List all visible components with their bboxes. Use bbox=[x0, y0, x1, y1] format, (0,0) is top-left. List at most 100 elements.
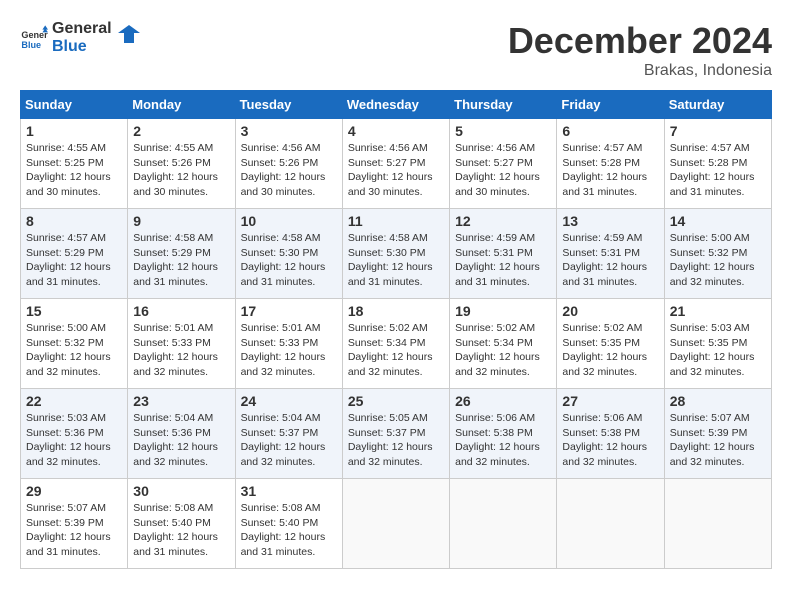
day-number: 26 bbox=[455, 393, 551, 409]
day-cell: 26Sunrise: 5:06 AMSunset: 5:38 PMDayligh… bbox=[450, 389, 557, 479]
day-detail: Sunrise: 5:02 AMSunset: 5:34 PMDaylight:… bbox=[348, 321, 444, 380]
day-detail: Sunrise: 5:01 AMSunset: 5:33 PMDaylight:… bbox=[133, 321, 229, 380]
day-detail: Sunrise: 5:07 AMSunset: 5:39 PMDaylight:… bbox=[26, 501, 122, 560]
day-number: 12 bbox=[455, 213, 551, 229]
day-cell: 7Sunrise: 4:57 AMSunset: 5:28 PMDaylight… bbox=[664, 119, 771, 209]
day-detail: Sunrise: 5:02 AMSunset: 5:35 PMDaylight:… bbox=[562, 321, 658, 380]
day-cell bbox=[450, 479, 557, 569]
day-number: 6 bbox=[562, 123, 658, 139]
day-detail: Sunrise: 5:08 AMSunset: 5:40 PMDaylight:… bbox=[133, 501, 229, 560]
logo-icon: General Blue bbox=[20, 24, 48, 52]
logo-blue: Blue bbox=[52, 38, 112, 56]
day-number: 15 bbox=[26, 303, 122, 319]
day-cell: 28Sunrise: 5:07 AMSunset: 5:39 PMDayligh… bbox=[664, 389, 771, 479]
day-number: 17 bbox=[241, 303, 337, 319]
day-cell: 29 Sunrise: 5:07 AMSunset: 5:39 PMDayligh… bbox=[21, 479, 128, 569]
day-cell bbox=[342, 479, 449, 569]
day-detail: Sunrise: 4:57 AMSunset: 5:28 PMDaylight:… bbox=[562, 141, 658, 200]
day-cell: 15 Sunrise: 5:00 AMSunset: 5:32 PMDayligh… bbox=[21, 299, 128, 389]
day-detail: Sunrise: 5:03 AMSunset: 5:36 PMDaylight:… bbox=[26, 411, 122, 470]
day-number: 23 bbox=[133, 393, 229, 409]
calendar-week-4: 29 Sunrise: 5:07 AMSunset: 5:39 PMDayligh… bbox=[21, 479, 772, 569]
svg-text:Blue: Blue bbox=[21, 39, 41, 49]
col-saturday: Saturday bbox=[664, 91, 771, 119]
day-cell: 25 Sunrise: 5:05 AMSunset: 5:37 PMDayligh… bbox=[342, 389, 449, 479]
col-tuesday: Tuesday bbox=[235, 91, 342, 119]
day-cell: 23 Sunrise: 5:04 AMSunset: 5:36 PMDayligh… bbox=[128, 389, 235, 479]
day-cell: 21Sunrise: 5:03 AMSunset: 5:35 PMDayligh… bbox=[664, 299, 771, 389]
day-cell: 27Sunrise: 5:06 AMSunset: 5:38 PMDayligh… bbox=[557, 389, 664, 479]
day-number: 20 bbox=[562, 303, 658, 319]
day-detail: Sunrise: 4:59 AMSunset: 5:31 PMDaylight:… bbox=[562, 231, 658, 290]
day-cell: 9Sunrise: 4:58 AMSunset: 5:29 PMDaylight… bbox=[128, 209, 235, 299]
day-number: 16 bbox=[133, 303, 229, 319]
day-number: 21 bbox=[670, 303, 766, 319]
day-detail: Sunrise: 4:56 AMSunset: 5:26 PMDaylight:… bbox=[241, 141, 337, 200]
day-cell: 31Sunrise: 5:08 AMSunset: 5:40 PMDayligh… bbox=[235, 479, 342, 569]
day-detail: Sunrise: 5:01 AMSunset: 5:33 PMDaylight:… bbox=[241, 321, 337, 380]
day-cell: 24Sunrise: 5:04 AMSunset: 5:37 PMDayligh… bbox=[235, 389, 342, 479]
calendar-week-3: 22 Sunrise: 5:03 AMSunset: 5:36 PMDayligh… bbox=[21, 389, 772, 479]
day-detail: Sunrise: 4:58 AMSunset: 5:30 PMDaylight:… bbox=[241, 231, 337, 290]
day-number: 3 bbox=[241, 123, 337, 139]
day-detail: Sunrise: 4:57 AMSunset: 5:29 PMDaylight:… bbox=[26, 231, 122, 290]
col-monday: Monday bbox=[128, 91, 235, 119]
day-number: 27 bbox=[562, 393, 658, 409]
day-detail: Sunrise: 5:04 AMSunset: 5:36 PMDaylight:… bbox=[133, 411, 229, 470]
page-header: General Blue General Blue December 2024 … bbox=[20, 20, 772, 80]
day-detail: Sunrise: 4:56 AMSunset: 5:27 PMDaylight:… bbox=[455, 141, 551, 200]
day-cell: 18Sunrise: 5:02 AMSunset: 5:34 PMDayligh… bbox=[342, 299, 449, 389]
calendar-table: Sunday Monday Tuesday Wednesday Thursday… bbox=[20, 90, 772, 569]
calendar-subtitle: Brakas, Indonesia bbox=[508, 62, 772, 80]
day-cell bbox=[664, 479, 771, 569]
day-cell: 10 Sunrise: 4:58 AMSunset: 5:30 PMDayligh… bbox=[235, 209, 342, 299]
day-cell: 3 Sunrise: 4:56 AMSunset: 5:26 PMDaylight… bbox=[235, 119, 342, 209]
day-cell: 2 Sunrise: 4:55 AMSunset: 5:26 PMDaylight… bbox=[128, 119, 235, 209]
day-cell: 8Sunrise: 4:57 AMSunset: 5:29 PMDaylight… bbox=[21, 209, 128, 299]
day-number: 1 bbox=[26, 123, 122, 139]
calendar-title: December 2024 bbox=[508, 20, 772, 62]
day-number: 11 bbox=[348, 213, 444, 229]
day-detail: Sunrise: 5:05 AMSunset: 5:37 PMDaylight:… bbox=[348, 411, 444, 470]
day-cell: 11 Sunrise: 4:58 AMSunset: 5:30 PMDayligh… bbox=[342, 209, 449, 299]
day-cell: 12Sunrise: 4:59 AMSunset: 5:31 PMDayligh… bbox=[450, 209, 557, 299]
day-detail: Sunrise: 4:55 AMSunset: 5:26 PMDaylight:… bbox=[133, 141, 229, 200]
day-number: 22 bbox=[26, 393, 122, 409]
calendar-week-0: 1 Sunrise: 4:55 AMSunset: 5:25 PMDaylight… bbox=[21, 119, 772, 209]
day-detail: Sunrise: 5:07 AMSunset: 5:39 PMDaylight:… bbox=[670, 411, 766, 470]
day-number: 2 bbox=[133, 123, 229, 139]
day-cell: 14 Sunrise: 5:00 AMSunset: 5:32 PMDayligh… bbox=[664, 209, 771, 299]
day-detail: Sunrise: 5:08 AMSunset: 5:40 PMDaylight:… bbox=[241, 501, 337, 560]
logo: General Blue General Blue bbox=[20, 20, 140, 55]
logo-bird-icon bbox=[118, 23, 140, 45]
day-cell: 16 Sunrise: 5:01 AMSunset: 5:33 PMDayligh… bbox=[128, 299, 235, 389]
day-number: 13 bbox=[562, 213, 658, 229]
day-cell: 5Sunrise: 4:56 AMSunset: 5:27 PMDaylight… bbox=[450, 119, 557, 209]
day-cell: 1 Sunrise: 4:55 AMSunset: 5:25 PMDaylight… bbox=[21, 119, 128, 209]
col-sunday: Sunday bbox=[21, 91, 128, 119]
day-cell: 6 Sunrise: 4:57 AMSunset: 5:28 PMDaylight… bbox=[557, 119, 664, 209]
day-cell: 13 Sunrise: 4:59 AMSunset: 5:31 PMDayligh… bbox=[557, 209, 664, 299]
day-number: 30 bbox=[133, 483, 229, 499]
day-number: 9 bbox=[133, 213, 229, 229]
day-cell: 30 Sunrise: 5:08 AMSunset: 5:40 PMDayligh… bbox=[128, 479, 235, 569]
calendar-week-1: 8Sunrise: 4:57 AMSunset: 5:29 PMDaylight… bbox=[21, 209, 772, 299]
day-detail: Sunrise: 4:55 AMSunset: 5:25 PMDaylight:… bbox=[26, 141, 122, 200]
day-number: 14 bbox=[670, 213, 766, 229]
day-cell: 17 Sunrise: 5:01 AMSunset: 5:33 PMDayligh… bbox=[235, 299, 342, 389]
logo-general: General bbox=[52, 20, 112, 38]
day-number: 29 bbox=[26, 483, 122, 499]
day-number: 7 bbox=[670, 123, 766, 139]
day-cell bbox=[557, 479, 664, 569]
day-detail: Sunrise: 5:00 AMSunset: 5:32 PMDaylight:… bbox=[670, 231, 766, 290]
day-detail: Sunrise: 4:58 AMSunset: 5:30 PMDaylight:… bbox=[348, 231, 444, 290]
day-detail: Sunrise: 5:00 AMSunset: 5:32 PMDaylight:… bbox=[26, 321, 122, 380]
day-number: 10 bbox=[241, 213, 337, 229]
day-number: 4 bbox=[348, 123, 444, 139]
calendar-week-2: 15 Sunrise: 5:00 AMSunset: 5:32 PMDayligh… bbox=[21, 299, 772, 389]
day-cell: 22 Sunrise: 5:03 AMSunset: 5:36 PMDayligh… bbox=[21, 389, 128, 479]
col-friday: Friday bbox=[557, 91, 664, 119]
col-thursday: Thursday bbox=[450, 91, 557, 119]
day-cell: 4Sunrise: 4:56 AMSunset: 5:27 PMDaylight… bbox=[342, 119, 449, 209]
day-number: 25 bbox=[348, 393, 444, 409]
